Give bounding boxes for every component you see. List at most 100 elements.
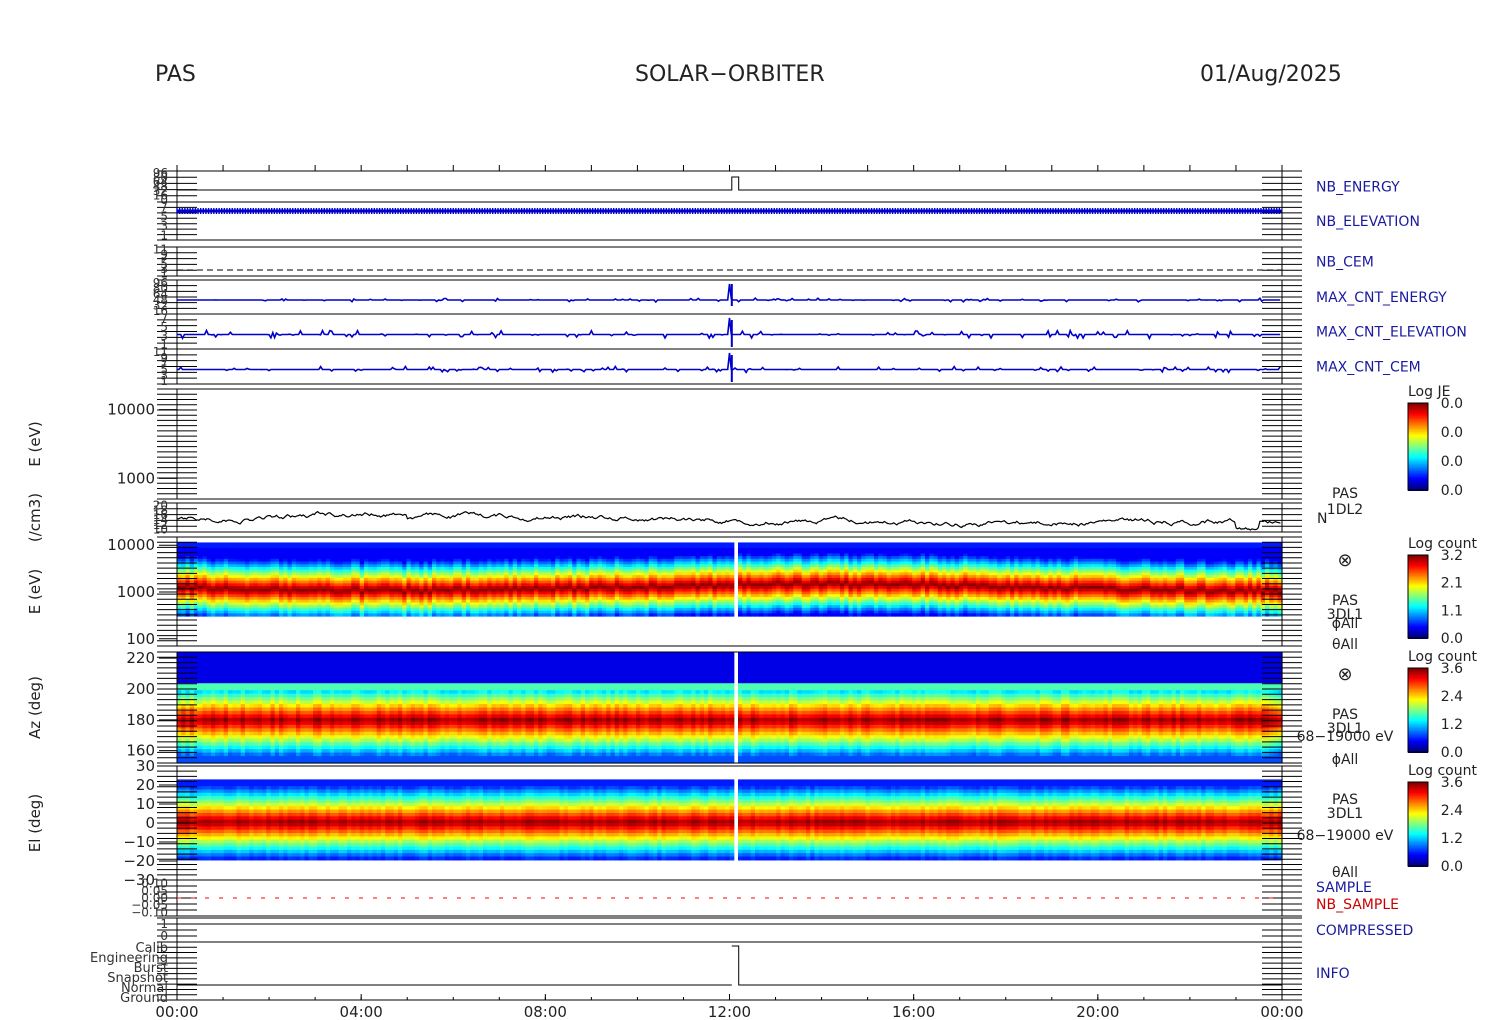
energy_spectrogram-cell: [300, 613, 306, 617]
energy_spectrogram-cell: [878, 613, 884, 617]
energy_spectrogram-cell: [504, 613, 510, 617]
energy_spectrogram-cell: [508, 613, 514, 617]
nb_cem-label: NB_CEM: [1316, 255, 1374, 271]
energy_spectrogram-cell: [321, 613, 327, 617]
energy_spectrogram-cell: [453, 613, 459, 617]
energy_spectrogram-cell: [725, 613, 731, 617]
energy_spectrogram-cell: [308, 613, 314, 617]
energy_spectrogram-cell: [495, 613, 501, 617]
energy_spectrogram-cell: [330, 613, 335, 617]
energy_spectrogram-cell: [542, 613, 548, 617]
energy_spectrogram-cell: [461, 613, 467, 617]
nb_energy-frame: [176, 170, 1283, 203]
energy_spectrogram-cell: [470, 613, 476, 617]
energy_spectrogram-cell: [687, 613, 692, 617]
energy_spectrogram-cell: [296, 613, 301, 617]
energy_spectrogram-cell: [895, 613, 901, 617]
energy_spectrogram-cell: [903, 613, 909, 617]
energy_spectrogram-cell: [623, 613, 629, 617]
energy_spectrogram-cell: [772, 613, 777, 617]
energy_spectrogram-cell: [682, 613, 688, 617]
energy_spectrogram-cell: [797, 613, 803, 617]
energy_spectrogram-cell: [270, 613, 276, 617]
energy_spectrogram-cell: [602, 613, 607, 617]
nb_energy-label: NB_ENERGY: [1316, 180, 1400, 196]
energy_spectrogram-cell: [916, 613, 922, 617]
energy_spectrogram-cell: [780, 613, 786, 617]
energy_spectrogram-cell: [304, 613, 310, 617]
energy_spectrogram-cell: [466, 613, 471, 617]
energy_spectrogram-cell: [665, 613, 671, 617]
energy_spectrogram-cell: [661, 613, 667, 617]
energy_spectrogram-cell: [313, 613, 318, 617]
energy_spectrogram-cell: [869, 613, 875, 617]
energy_spectrogram-cell: [512, 613, 518, 617]
energy_spectrogram-cell: [857, 613, 862, 617]
energy_spectrogram-cell: [274, 613, 280, 617]
energy_spectrogram-cell: [801, 613, 807, 617]
energy_spectrogram-cell: [767, 613, 773, 617]
nb-energy-trace: [177, 176, 1282, 191]
energy_spectrogram-cell: [653, 613, 658, 617]
energy_spectrogram-cell: [704, 613, 709, 617]
energy_spectrogram-cell: [606, 613, 612, 617]
energy_spectrogram-cell: [534, 613, 539, 617]
energy_spectrogram-cell: [810, 613, 816, 617]
energy_spectrogram-cell: [716, 613, 722, 617]
energy_spectrogram-cell: [517, 613, 522, 617]
nb_elevation-label: NB_ELEVATION: [1316, 214, 1420, 230]
energy_spectrogram-cell: [559, 613, 565, 617]
energy_spectrogram-cell: [410, 613, 416, 617]
energy_spectrogram-cell: [444, 613, 450, 617]
energy_spectrogram-cell: [240, 613, 246, 617]
energy_spectrogram-cell: [835, 613, 841, 617]
energy_spectrogram-cell: [206, 613, 212, 617]
energy_spectrogram-cell: [852, 613, 858, 617]
energy_spectrogram-cell: [576, 613, 582, 617]
energy_spectrogram-cell: [211, 613, 216, 617]
energy_spectrogram-cell: [440, 613, 446, 617]
energy_spectrogram-cell: [389, 613, 395, 617]
density-frame: [176, 502, 1283, 533]
energy_spectrogram-cell: [776, 613, 782, 617]
je-frame: [176, 388, 1283, 500]
energy_spectrogram-cell: [385, 613, 391, 617]
max_cnt_cem-label: MAX_CNT_CEM: [1316, 360, 1421, 376]
energy_spectrogram-cell: [546, 613, 552, 617]
max_cnt_energy-trace: [177, 283, 1281, 304]
energy_spectrogram-cell: [368, 613, 374, 617]
je-colorbar-tick: 0.0: [1441, 425, 1463, 441]
energy_spectrogram-cell: [691, 613, 697, 617]
energy_spectrogram-cell: [695, 613, 701, 617]
energy_spectrogram-cell: [759, 613, 765, 617]
energy_spectrogram-cell: [891, 613, 896, 617]
energy_spectrogram-cell: [593, 613, 599, 617]
energy_spectrogram-cell: [406, 613, 412, 617]
energy_spectrogram-cell: [236, 613, 242, 617]
energy_spectrogram-cell: [419, 613, 425, 617]
max_cnt_elevation-label: MAX_CNT_ELEVATION: [1316, 325, 1467, 341]
energy_spectrogram-cell: [500, 613, 505, 617]
energy_spectrogram-cell: [338, 613, 344, 617]
energy_spectrogram-cell: [415, 613, 420, 617]
je-colorbar-tick: 0.0: [1441, 454, 1463, 470]
energy_spectrogram-cell: [636, 613, 641, 617]
energy_spectrogram-cell: [325, 613, 331, 617]
energy_spectrogram-cell: [827, 613, 833, 617]
energy_spectrogram-cell: [525, 613, 531, 617]
density-series-tag: N: [1317, 511, 1327, 527]
energy_spectrogram-cell: [521, 613, 527, 617]
energy_spectrogram-cell: [861, 613, 867, 617]
energy_spectrogram-cell: [449, 613, 454, 617]
energy_spectrogram-cell: [627, 613, 633, 617]
energy_spectrogram-cell: [912, 613, 918, 617]
energy_spectrogram-cell: [572, 613, 578, 617]
energy_spectrogram-cell: [351, 613, 357, 617]
energy_spectrogram-cell: [789, 613, 794, 617]
density-label-line2: 1DL2: [1327, 502, 1363, 518]
energy_spectrogram-cell: [291, 613, 297, 617]
compressed-frame: [176, 917, 1283, 943]
energy_spectrogram-cell: [614, 613, 620, 617]
energy_spectrogram-cell: [538, 613, 544, 617]
max_cnt_energy-label: MAX_CNT_ENERGY: [1316, 290, 1447, 306]
